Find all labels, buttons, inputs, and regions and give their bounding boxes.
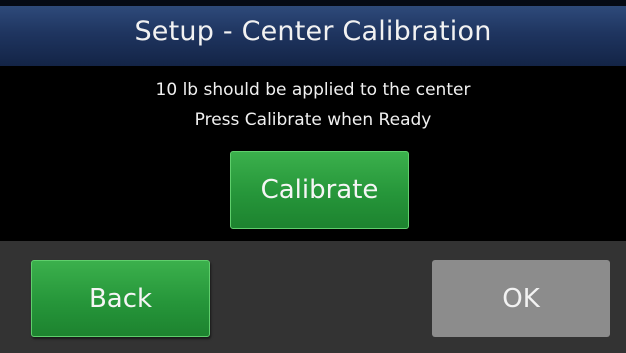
title-bar: Setup - Center Calibration — [0, 0, 626, 66]
calibrate-button[interactable]: Calibrate — [230, 151, 409, 229]
instruction-text: 10 lb should be applied to the center — [155, 80, 471, 100]
page-title: Setup - Center Calibration — [134, 15, 492, 47]
calibration-content: 10 lb should be applied to the center Pr… — [0, 66, 626, 241]
ok-button[interactable]: OK — [432, 260, 610, 337]
ready-prompt-text: Press Calibrate when Ready — [194, 110, 432, 130]
calibration-screen: Setup - Center Calibration 10 lb should … — [0, 0, 626, 353]
back-button[interactable]: Back — [31, 260, 210, 337]
footer-bar: Back OK — [0, 241, 626, 353]
